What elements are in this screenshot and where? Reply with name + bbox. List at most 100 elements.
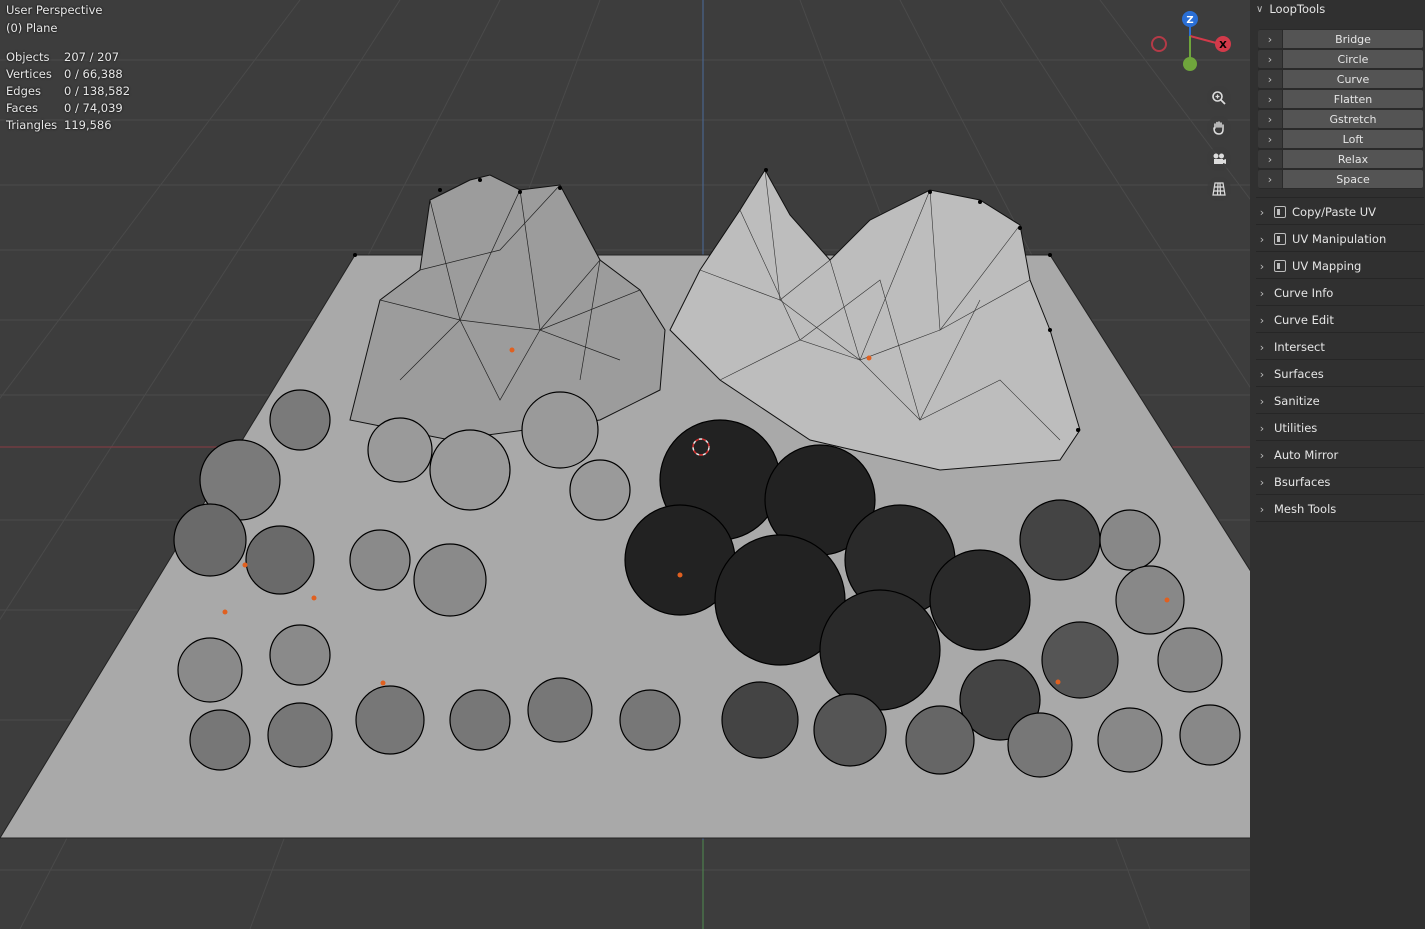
panel-label: Auto Mirror — [1274, 448, 1339, 462]
stat-value: 0 / 74,039 — [64, 100, 123, 115]
view-mode-label: User Perspective — [6, 3, 103, 17]
panel-divider — [1256, 413, 1424, 414]
stat-row: Faces 0 / 74,039 — [4, 99, 132, 116]
chevron-right-icon[interactable]: › — [1258, 150, 1282, 168]
zoom-icon[interactable] — [1207, 86, 1231, 110]
addon-panel-icon — [1274, 206, 1286, 218]
stat-label: Edges — [6, 83, 41, 98]
panel-mesh-tools[interactable]: › Mesh Tools — [1256, 497, 1416, 521]
stat-row: Objects 207 / 207 — [4, 48, 132, 65]
panel-divider — [1256, 359, 1424, 360]
panel-label: Curve Edit — [1274, 313, 1334, 327]
chevron-right-icon: › — [1259, 502, 1265, 516]
chevron-right-icon[interactable]: › — [1258, 170, 1282, 188]
panel-sanitize[interactable]: › Sanitize — [1256, 389, 1416, 413]
panel-utilities[interactable]: › Utilities — [1256, 416, 1416, 440]
panel-copy-paste-uv[interactable]: › Copy/Paste UV — [1256, 200, 1416, 224]
looptools-row-gstretch: › Gstretch — [1258, 110, 1423, 128]
panel-label: Copy/Paste UV — [1292, 205, 1377, 219]
sidebar-panel: ∨ LoopTools › Bridge › Circle › Curve › Flat… — [1250, 0, 1425, 929]
space-button[interactable]: Space — [1283, 170, 1423, 188]
panel-divider — [1256, 224, 1424, 225]
stat-value: 0 / 66,388 — [64, 66, 123, 81]
camera-icon[interactable] — [1207, 147, 1231, 171]
panel-label: Utilities — [1274, 421, 1318, 435]
panel-bsurfaces[interactable]: › Bsurfaces — [1256, 470, 1416, 494]
circle-button[interactable]: Circle — [1283, 50, 1423, 68]
panel-label: Intersect — [1274, 340, 1325, 354]
looptools-panel-header[interactable]: ∨ LoopTools — [1256, 2, 1325, 16]
panel-divider — [1256, 251, 1424, 252]
chevron-right-icon: › — [1259, 475, 1265, 489]
panel-divider — [1256, 278, 1424, 279]
stat-row: Triangles 119,586 — [4, 116, 132, 133]
panel-label: Curve Info — [1274, 286, 1334, 300]
looptools-row-bridge: › Bridge — [1258, 30, 1423, 48]
chevron-right-icon: › — [1259, 394, 1265, 408]
panel-divider — [1256, 467, 1424, 468]
mountain-left — [349, 174, 666, 441]
looptools-title: LoopTools — [1269, 2, 1326, 16]
stat-label: Faces — [6, 100, 38, 115]
gizmo-x-label: X — [1219, 40, 1227, 51]
stat-label: Vertices — [6, 66, 52, 81]
relax-button[interactable]: Relax — [1283, 150, 1423, 168]
chevron-right-icon[interactable]: › — [1258, 130, 1282, 148]
chevron-right-icon: › — [1259, 421, 1265, 435]
chevron-right-icon[interactable]: › — [1258, 70, 1282, 88]
addon-panel-icon — [1274, 260, 1286, 272]
chevron-down-icon: ∨ — [1256, 3, 1264, 15]
panel-divider — [1256, 197, 1424, 198]
scene-render[interactable] — [0, 0, 1250, 929]
looptools-row-loft: › Loft — [1258, 130, 1423, 148]
panel-curve-info[interactable]: › Curve Info — [1256, 281, 1416, 305]
stat-value: 0 / 138,582 — [64, 83, 131, 98]
panel-auto-mirror[interactable]: › Auto Mirror — [1256, 443, 1416, 467]
chevron-right-icon: › — [1259, 313, 1265, 327]
3d-viewport[interactable]: User Perspective (0) Plane Objects 207 / … — [0, 0, 1250, 929]
chevron-right-icon: › — [1259, 205, 1265, 219]
panel-divider — [1256, 521, 1424, 522]
panel-divider — [1256, 305, 1424, 306]
panel-uv-mapping[interactable]: › UV Mapping — [1256, 254, 1416, 278]
chevron-right-icon[interactable]: › — [1258, 110, 1282, 128]
chevron-right-icon: › — [1259, 259, 1265, 273]
panel-divider — [1256, 440, 1424, 441]
stat-value: 207 / 207 — [64, 49, 120, 64]
chevron-right-icon: › — [1259, 340, 1265, 354]
chevron-right-icon: › — [1259, 448, 1265, 462]
panel-uv-manipulation[interactable]: › UV Manipulation — [1256, 227, 1416, 251]
stat-row: Vertices 0 / 66,388 — [4, 65, 132, 82]
grid-ortho-icon[interactable] — [1207, 177, 1231, 201]
chevron-right-icon[interactable]: › — [1258, 90, 1282, 108]
stat-row: Edges 0 / 138,582 — [4, 82, 132, 99]
panel-label: Bsurfaces — [1274, 475, 1331, 489]
gizmo-z-label: Z — [1186, 15, 1193, 26]
looptools-row-space: › Space — [1258, 170, 1423, 188]
curve-button[interactable]: Curve — [1283, 70, 1423, 88]
chevron-right-icon[interactable]: › — [1258, 50, 1282, 68]
panel-label: UV Manipulation — [1292, 232, 1387, 246]
panel-surfaces[interactable]: › Surfaces — [1256, 362, 1416, 386]
panel-label: UV Mapping — [1292, 259, 1362, 273]
scene-statistics: Objects 207 / 207 Vertices 0 / 66,388 Edge… — [4, 48, 132, 133]
chevron-right-icon: › — [1259, 286, 1265, 300]
stat-label: Triangles — [6, 117, 58, 132]
gstretch-button[interactable]: Gstretch — [1283, 110, 1423, 128]
chevron-right-icon: › — [1259, 367, 1265, 381]
bridge-button[interactable]: Bridge — [1283, 30, 1423, 48]
panel-curve-edit[interactable]: › Curve Edit — [1256, 308, 1416, 332]
panel-label: Mesh Tools — [1274, 502, 1337, 516]
panel-divider — [1256, 494, 1424, 495]
chevron-right-icon: › — [1259, 232, 1265, 246]
chevron-right-icon[interactable]: › — [1258, 30, 1282, 48]
looptools-row-curve: › Curve — [1258, 70, 1423, 88]
flatten-button[interactable]: Flatten — [1283, 90, 1423, 108]
loft-button[interactable]: Loft — [1283, 130, 1423, 148]
panel-intersect[interactable]: › Intersect — [1256, 335, 1416, 359]
hand-pan-icon[interactable] — [1207, 116, 1231, 140]
navigation-gizmo[interactable]: Z X — [1148, 8, 1238, 80]
looptools-row-flatten: › Flatten — [1258, 90, 1423, 108]
panel-label: Surfaces — [1274, 367, 1324, 381]
active-object-label: (0) Plane — [6, 21, 58, 35]
